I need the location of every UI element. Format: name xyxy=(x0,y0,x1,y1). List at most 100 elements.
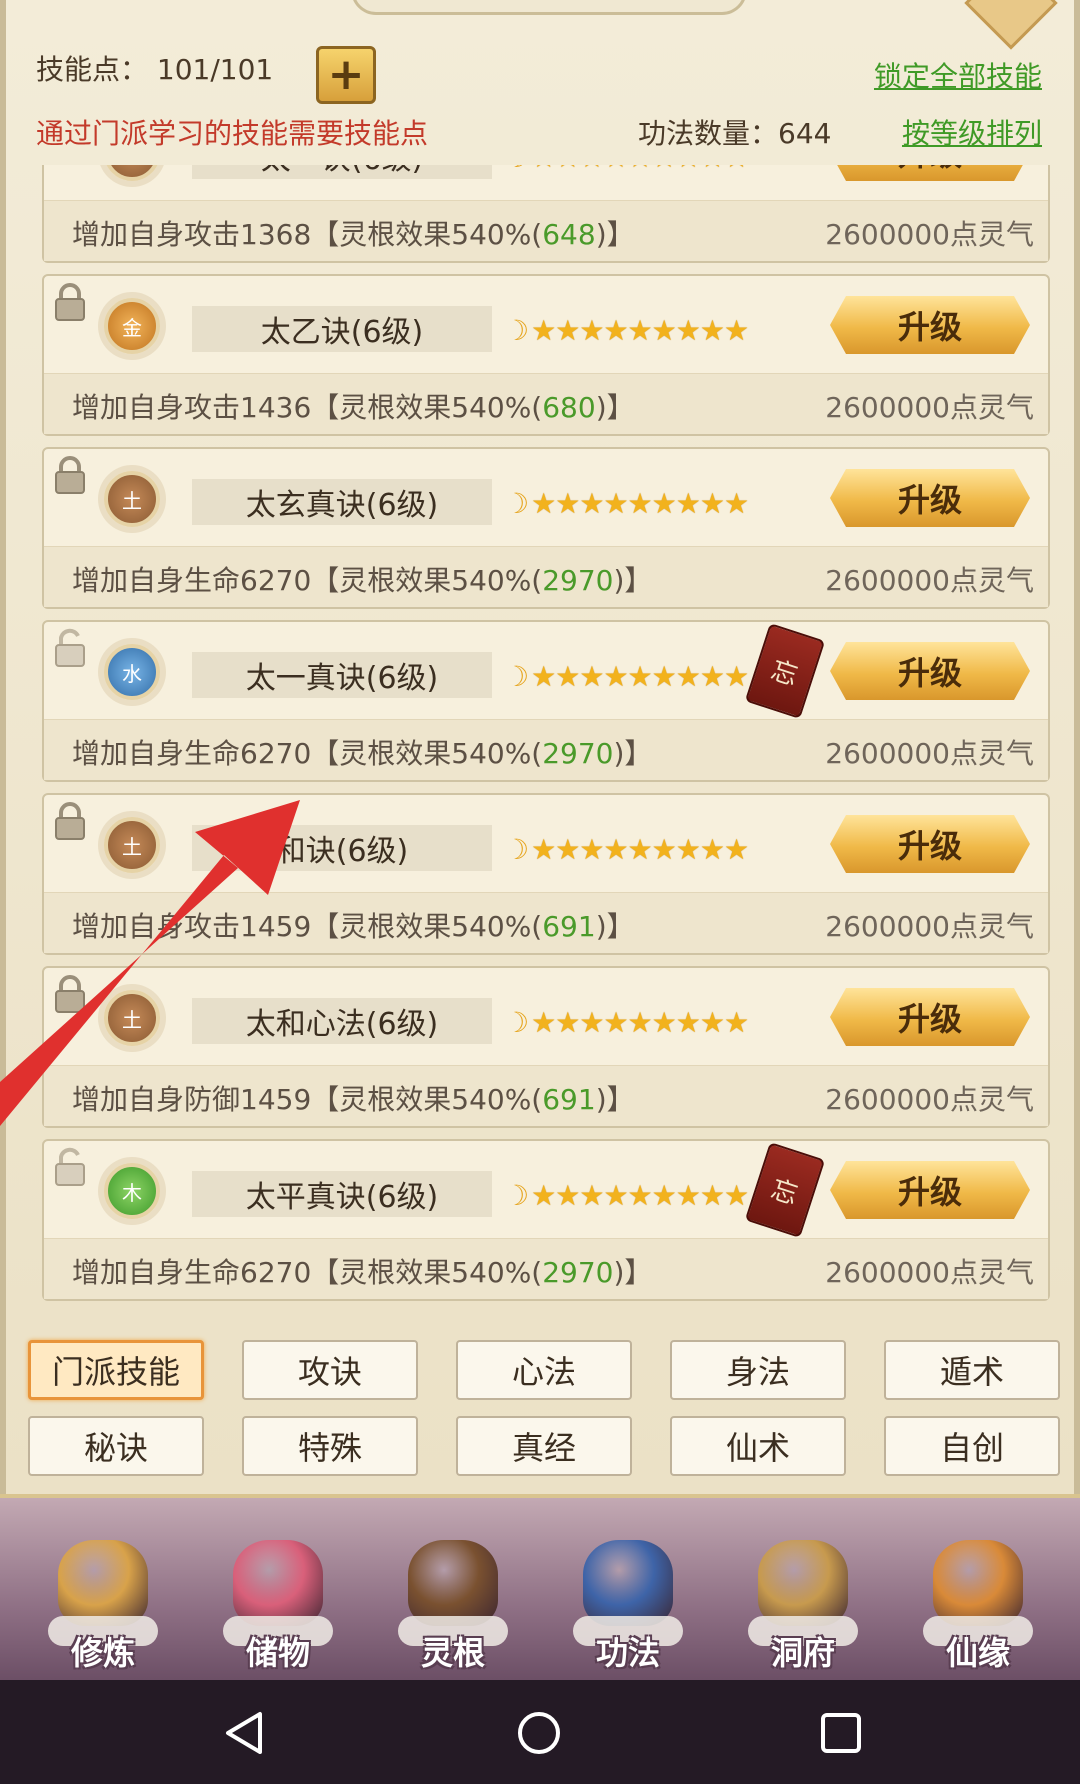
nav-item-label: 灵根 xyxy=(420,1634,485,1672)
upgrade-button[interactable]: 升级 xyxy=(830,165,1030,181)
tab-item[interactable]: 遁术 xyxy=(884,1340,1060,1400)
bottom-nav-item[interactable]: 仙缘 xyxy=(903,1498,1053,1684)
effect-suffix: )】 xyxy=(595,1083,635,1116)
star-icon: ★ xyxy=(675,659,701,693)
skill-card-bottom: 增加自身攻击1368【灵根效果540%(648)】 2600000点灵气 xyxy=(44,200,1048,261)
star-icon: ★ xyxy=(531,1178,557,1212)
effect-value: 2970 xyxy=(542,1256,614,1289)
forget-tag[interactable]: 忘 xyxy=(744,623,826,719)
skill-name: 太玄真诀(6级) xyxy=(192,479,492,525)
effect-suffix: )】 xyxy=(613,1256,653,1289)
star-icon: ★ xyxy=(675,1178,701,1212)
lock-icon[interactable] xyxy=(52,974,88,1014)
element-badge: 土 xyxy=(104,817,160,873)
star-icon: ★ xyxy=(723,1005,750,1039)
star-rating: ☽★★★★★★★★★ xyxy=(504,1177,749,1213)
skill-name: 太一诀(6级) xyxy=(192,165,492,179)
bottom-nav-item[interactable]: 功法 xyxy=(553,1498,703,1684)
skill-card-bottom: 增加自身防御1459【灵根效果540%(691)】 2600000点灵气 xyxy=(44,1065,1048,1126)
nav-item-icon xyxy=(583,1540,673,1626)
skill-card: 土太一诀(6级)☽★★★★★★★★★升级增加自身攻击1368【灵根效果540%(… xyxy=(42,165,1050,263)
bottom-nav: 修炼 储物 灵根 功法 洞府 仙缘 xyxy=(0,1494,1080,1684)
skill-card: 金太乙诀(6级) ☽ ★ ★ ★ ★ ★ ★ ★ ★ ★ 升级 增加自身攻击1436【灵根效果540%(… xyxy=(42,274,1050,436)
star-icon: ★ xyxy=(555,659,581,693)
star-icon: ★ xyxy=(555,165,580,174)
tab-item[interactable]: 真经 xyxy=(456,1416,632,1476)
skill-cost: 2600000点灵气 xyxy=(825,1256,1034,1289)
upgrade-button[interactable]: 升级 xyxy=(830,469,1030,527)
nav-item-label: 功法 xyxy=(595,1634,660,1672)
nav-item-label: 洞府 xyxy=(770,1634,835,1672)
add-skill-points-button[interactable]: + xyxy=(316,46,376,104)
unlock-icon[interactable] xyxy=(52,1147,88,1187)
nav-item-icon xyxy=(408,1540,498,1626)
tab-item[interactable]: 特殊 xyxy=(242,1416,418,1476)
element-badge: 土 xyxy=(104,471,160,527)
unlock-icon[interactable] xyxy=(52,628,88,668)
effect-value: 648 xyxy=(542,218,596,251)
star-icon: ★ xyxy=(699,486,725,520)
upgrade-button[interactable]: 升级 xyxy=(830,988,1030,1046)
sort-by-level-link[interactable]: 按等级排列 xyxy=(902,112,1042,152)
forget-tag[interactable]: 忘 xyxy=(744,1142,826,1238)
skill-card-top: 水太一真诀(6级) ☽ ★ ★ ★ ★ ★ ★ ★ ★ ★ 忘升级 xyxy=(44,622,1048,722)
effect-text: 增加自身攻击1436【灵根效果540%( xyxy=(72,391,543,424)
star-icon: ★ xyxy=(675,1005,701,1039)
star-icon: ★ xyxy=(579,1178,605,1212)
skill-card-bottom: 增加自身生命6270【灵根效果540%(2970)】 2600000点灵气 xyxy=(44,1238,1048,1299)
tab-item[interactable]: 自创 xyxy=(884,1416,1060,1476)
skill-cost: 2600000点灵气 xyxy=(825,1083,1034,1116)
skill-card-top: 土太和心法(6级) ☽ ★ ★ ★ ★ ★ ★ ★ ★ ★ 升级 xyxy=(44,968,1048,1068)
upgrade-button[interactable]: 升级 xyxy=(830,1161,1030,1219)
star-icon: ★ xyxy=(627,486,653,520)
star-icon: ★ xyxy=(699,659,725,693)
upgrade-button[interactable]: 升级 xyxy=(830,815,1030,873)
tab-item[interactable]: 秘诀 xyxy=(28,1416,204,1476)
tab-item[interactable]: 门派技能 xyxy=(28,1340,204,1400)
effect-value: 691 xyxy=(542,1083,596,1116)
star-icon: ★ xyxy=(603,165,628,174)
corner-ornament xyxy=(964,0,1058,50)
skill-cost: 2600000点灵气 xyxy=(825,218,1034,251)
star-icon: ★ xyxy=(723,486,750,520)
tab-item[interactable]: 身法 xyxy=(670,1340,846,1400)
star-icon: ★ xyxy=(531,659,557,693)
moon-icon: ☽ xyxy=(504,832,530,866)
tab-item[interactable]: 心法 xyxy=(456,1340,632,1400)
upgrade-button[interactable]: 升级 xyxy=(830,296,1030,354)
skill-card-top: 木太平真诀(6级) ☽ ★ ★ ★ ★ ★ ★ ★ ★ ★ 忘升级 xyxy=(44,1141,1048,1241)
effect-text: 增加自身攻击1368【灵根效果540%( xyxy=(72,218,543,251)
skill-list[interactable]: 土太一诀(6级)☽★★★★★★★★★升级增加自身攻击1368【灵根效果540%(… xyxy=(42,165,1050,1325)
bottom-nav-item[interactable]: 灵根 xyxy=(378,1498,528,1684)
star-icon: ★ xyxy=(723,832,750,866)
moon-icon: ☽ xyxy=(504,1005,530,1039)
nav-item-icon xyxy=(233,1540,323,1626)
skills-panel: 技能点： 101/101 + 锁定全部技能 通过门派学习的技能需要技能点 功法数… xyxy=(0,0,1080,1494)
home-icon[interactable] xyxy=(516,1710,562,1756)
lock-all-skills-link[interactable]: 锁定全部技能 xyxy=(874,55,1042,95)
upgrade-button[interactable]: 升级 xyxy=(830,642,1030,700)
bottom-nav-item[interactable]: 储物 xyxy=(203,1498,353,1684)
back-icon[interactable] xyxy=(222,1710,268,1756)
tab-item[interactable]: 仙术 xyxy=(670,1416,846,1476)
star-rating: ☽★★★★★★★★★ xyxy=(504,1004,750,1040)
nav-item-label: 修炼 xyxy=(70,1634,135,1672)
skill-card: 水太一真诀(6级) ☽ ★ ★ ★ ★ ★ ★ ★ ★ ★ 忘升级 增加自身生命6270【灵根效果540… xyxy=(42,620,1050,782)
star-icon: ★ xyxy=(531,313,557,347)
star-icon: ★ xyxy=(651,486,677,520)
bottom-nav-item[interactable]: 洞府 xyxy=(728,1498,878,1684)
skill-points: 技能点： 101/101 xyxy=(36,48,273,88)
star-icon: ★ xyxy=(579,165,604,174)
effect-value: 691 xyxy=(542,910,596,943)
star-icon: ★ xyxy=(627,1005,653,1039)
star-icon: ★ xyxy=(531,1005,557,1039)
star-icon: ★ xyxy=(699,832,725,866)
recent-apps-icon[interactable] xyxy=(818,1710,864,1756)
skill-effect: 增加自身生命6270【灵根效果540%(2970)】 xyxy=(72,1251,652,1291)
lock-icon[interactable] xyxy=(52,282,88,322)
lock-icon[interactable] xyxy=(52,455,88,495)
tab-item[interactable]: 攻诀 xyxy=(242,1340,418,1400)
effect-suffix: )】 xyxy=(613,737,653,770)
bottom-nav-item[interactable]: 修炼 xyxy=(28,1498,178,1684)
lock-icon[interactable] xyxy=(52,801,88,841)
